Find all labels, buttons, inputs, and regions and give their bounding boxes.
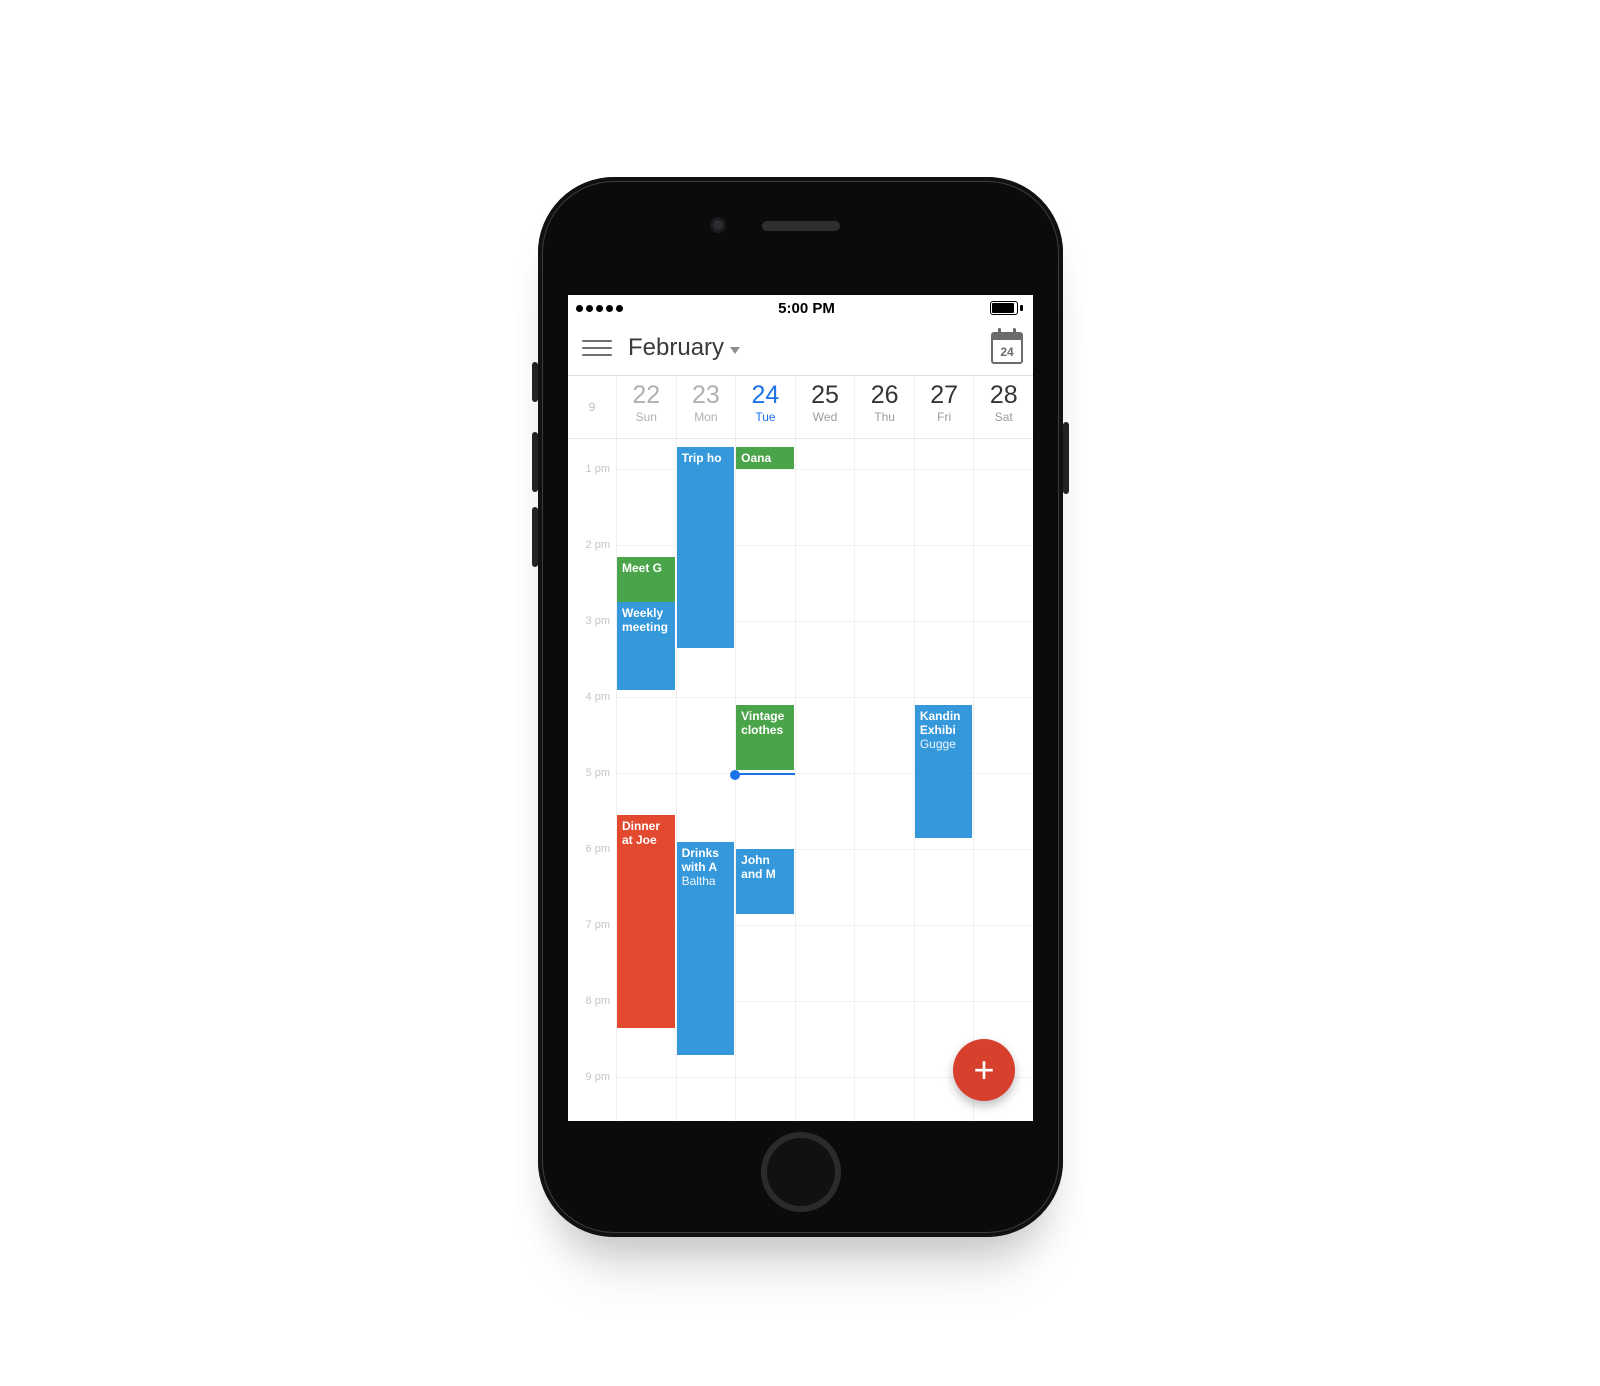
day-column[interactable] bbox=[795, 439, 856, 1121]
calendar-event[interactable]: Dinner at Joe bbox=[617, 815, 675, 1028]
current-time-indicator bbox=[735, 773, 795, 775]
week-grid[interactable]: 1 pm 2 pm 3 pm 4 pm 5 pm 6 pm 7 pm 8 pm 9 pm Mee… bbox=[568, 439, 1033, 1121]
day-column[interactable] bbox=[973, 439, 1033, 1121]
day-number: 28 bbox=[974, 382, 1033, 408]
power-button[interactable] bbox=[1063, 422, 1069, 494]
hour-label: 6 pm bbox=[586, 843, 610, 855]
calendar-event[interactable]: Drinks with ABaltha bbox=[677, 842, 735, 1055]
event-location: Baltha bbox=[682, 874, 716, 888]
menu-button[interactable] bbox=[578, 333, 616, 363]
app-header: February 24 bbox=[568, 321, 1033, 376]
hour-label: 7 pm bbox=[586, 919, 610, 931]
grid-columns: Meet G Weekly meeting Dinner at Joe Trip ho… bbox=[616, 439, 1033, 1121]
status-time: 5:00 PM bbox=[778, 300, 835, 317]
week-number-badge: 9 bbox=[568, 376, 616, 438]
day-header-wed[interactable]: 25 Wed bbox=[795, 376, 855, 438]
hour-label: 1 pm bbox=[586, 463, 610, 475]
hour-label: 5 pm bbox=[586, 767, 610, 779]
today-button[interactable]: 24 bbox=[991, 332, 1023, 364]
day-number: 25 bbox=[796, 382, 855, 408]
day-number: 22 bbox=[617, 382, 676, 408]
hour-label: 2 pm bbox=[586, 539, 610, 551]
chevron-down-icon bbox=[730, 347, 740, 354]
stage: 5:00 PM February 24 9 bbox=[0, 0, 1600, 1386]
signal-strength-icon bbox=[576, 305, 623, 312]
day-of-week: Sat bbox=[974, 410, 1033, 424]
day-header-tue[interactable]: 24 Tue bbox=[735, 376, 795, 438]
hour-label: 9 pm bbox=[586, 1071, 610, 1083]
phone-frame: 5:00 PM February 24 9 bbox=[538, 177, 1063, 1237]
day-column[interactable] bbox=[854, 439, 915, 1121]
time-gutter: 1 pm 2 pm 3 pm 4 pm 5 pm 6 pm 7 pm 8 pm 9 pm bbox=[568, 439, 616, 1121]
event-title: Vintage clothes bbox=[741, 709, 784, 737]
ios-status-bar: 5:00 PM bbox=[568, 295, 1033, 321]
battery-icon bbox=[990, 301, 1023, 315]
day-of-week: Thu bbox=[855, 410, 914, 424]
day-of-week: Wed bbox=[796, 410, 855, 424]
calendar-event[interactable]: Trip ho bbox=[677, 447, 735, 648]
event-location: Gugge bbox=[920, 737, 956, 751]
day-number: 26 bbox=[855, 382, 914, 408]
event-title: Weekly meeting bbox=[622, 606, 668, 634]
day-of-week: Fri bbox=[915, 410, 974, 424]
event-title: Meet G bbox=[622, 561, 662, 575]
day-header-mon[interactable]: 23 Mon bbox=[676, 376, 736, 438]
event-title: John and M bbox=[741, 853, 776, 881]
event-title: Trip ho bbox=[682, 451, 722, 465]
day-header-thu[interactable]: 26 Thu bbox=[854, 376, 914, 438]
hour-label: 3 pm bbox=[586, 615, 610, 627]
mute-switch[interactable] bbox=[532, 362, 538, 402]
add-event-fab[interactable]: + bbox=[953, 1039, 1015, 1101]
calendar-event[interactable]: Kandin ExhibiGugge bbox=[915, 705, 973, 838]
day-of-week: Sun bbox=[617, 410, 676, 424]
screen: 5:00 PM February 24 9 bbox=[568, 295, 1033, 1121]
event-title: Oana bbox=[741, 451, 771, 465]
calendar-event[interactable]: Oana bbox=[736, 447, 794, 470]
day-number: 23 bbox=[677, 382, 736, 408]
day-column[interactable] bbox=[735, 439, 796, 1121]
day-number: 24 bbox=[736, 382, 795, 408]
event-title: Drinks with A bbox=[682, 846, 719, 874]
home-button[interactable] bbox=[761, 1132, 841, 1212]
plus-icon: + bbox=[973, 1049, 994, 1091]
day-number: 27 bbox=[915, 382, 974, 408]
calendar-event[interactable]: Vintage clothes bbox=[736, 705, 794, 770]
calendar-event[interactable]: John and M bbox=[736, 849, 794, 914]
day-header-sun[interactable]: 22 Sun bbox=[616, 376, 676, 438]
event-title: Dinner at Joe bbox=[622, 819, 660, 847]
calendar-event[interactable]: Weekly meeting bbox=[617, 602, 675, 689]
speaker-grill bbox=[762, 221, 840, 231]
day-of-week: Mon bbox=[677, 410, 736, 424]
day-header-sat[interactable]: 28 Sat bbox=[973, 376, 1033, 438]
front-camera bbox=[710, 217, 726, 233]
day-header-fri[interactable]: 27 Fri bbox=[914, 376, 974, 438]
week-day-header: 9 22 Sun23 Mon24 Tue25 Wed26 Thu27 Fri28 Sat bbox=[568, 376, 1033, 439]
volume-down-button[interactable] bbox=[532, 507, 538, 567]
day-of-week: Tue bbox=[736, 410, 795, 424]
volume-up-button[interactable] bbox=[532, 432, 538, 492]
today-icon-date: 24 bbox=[1000, 342, 1013, 362]
hour-label: 8 pm bbox=[586, 995, 610, 1007]
event-title: Kandin Exhibi bbox=[920, 709, 961, 737]
month-picker[interactable]: February bbox=[628, 334, 740, 362]
month-label: February bbox=[628, 334, 724, 362]
hour-label: 4 pm bbox=[586, 691, 610, 703]
